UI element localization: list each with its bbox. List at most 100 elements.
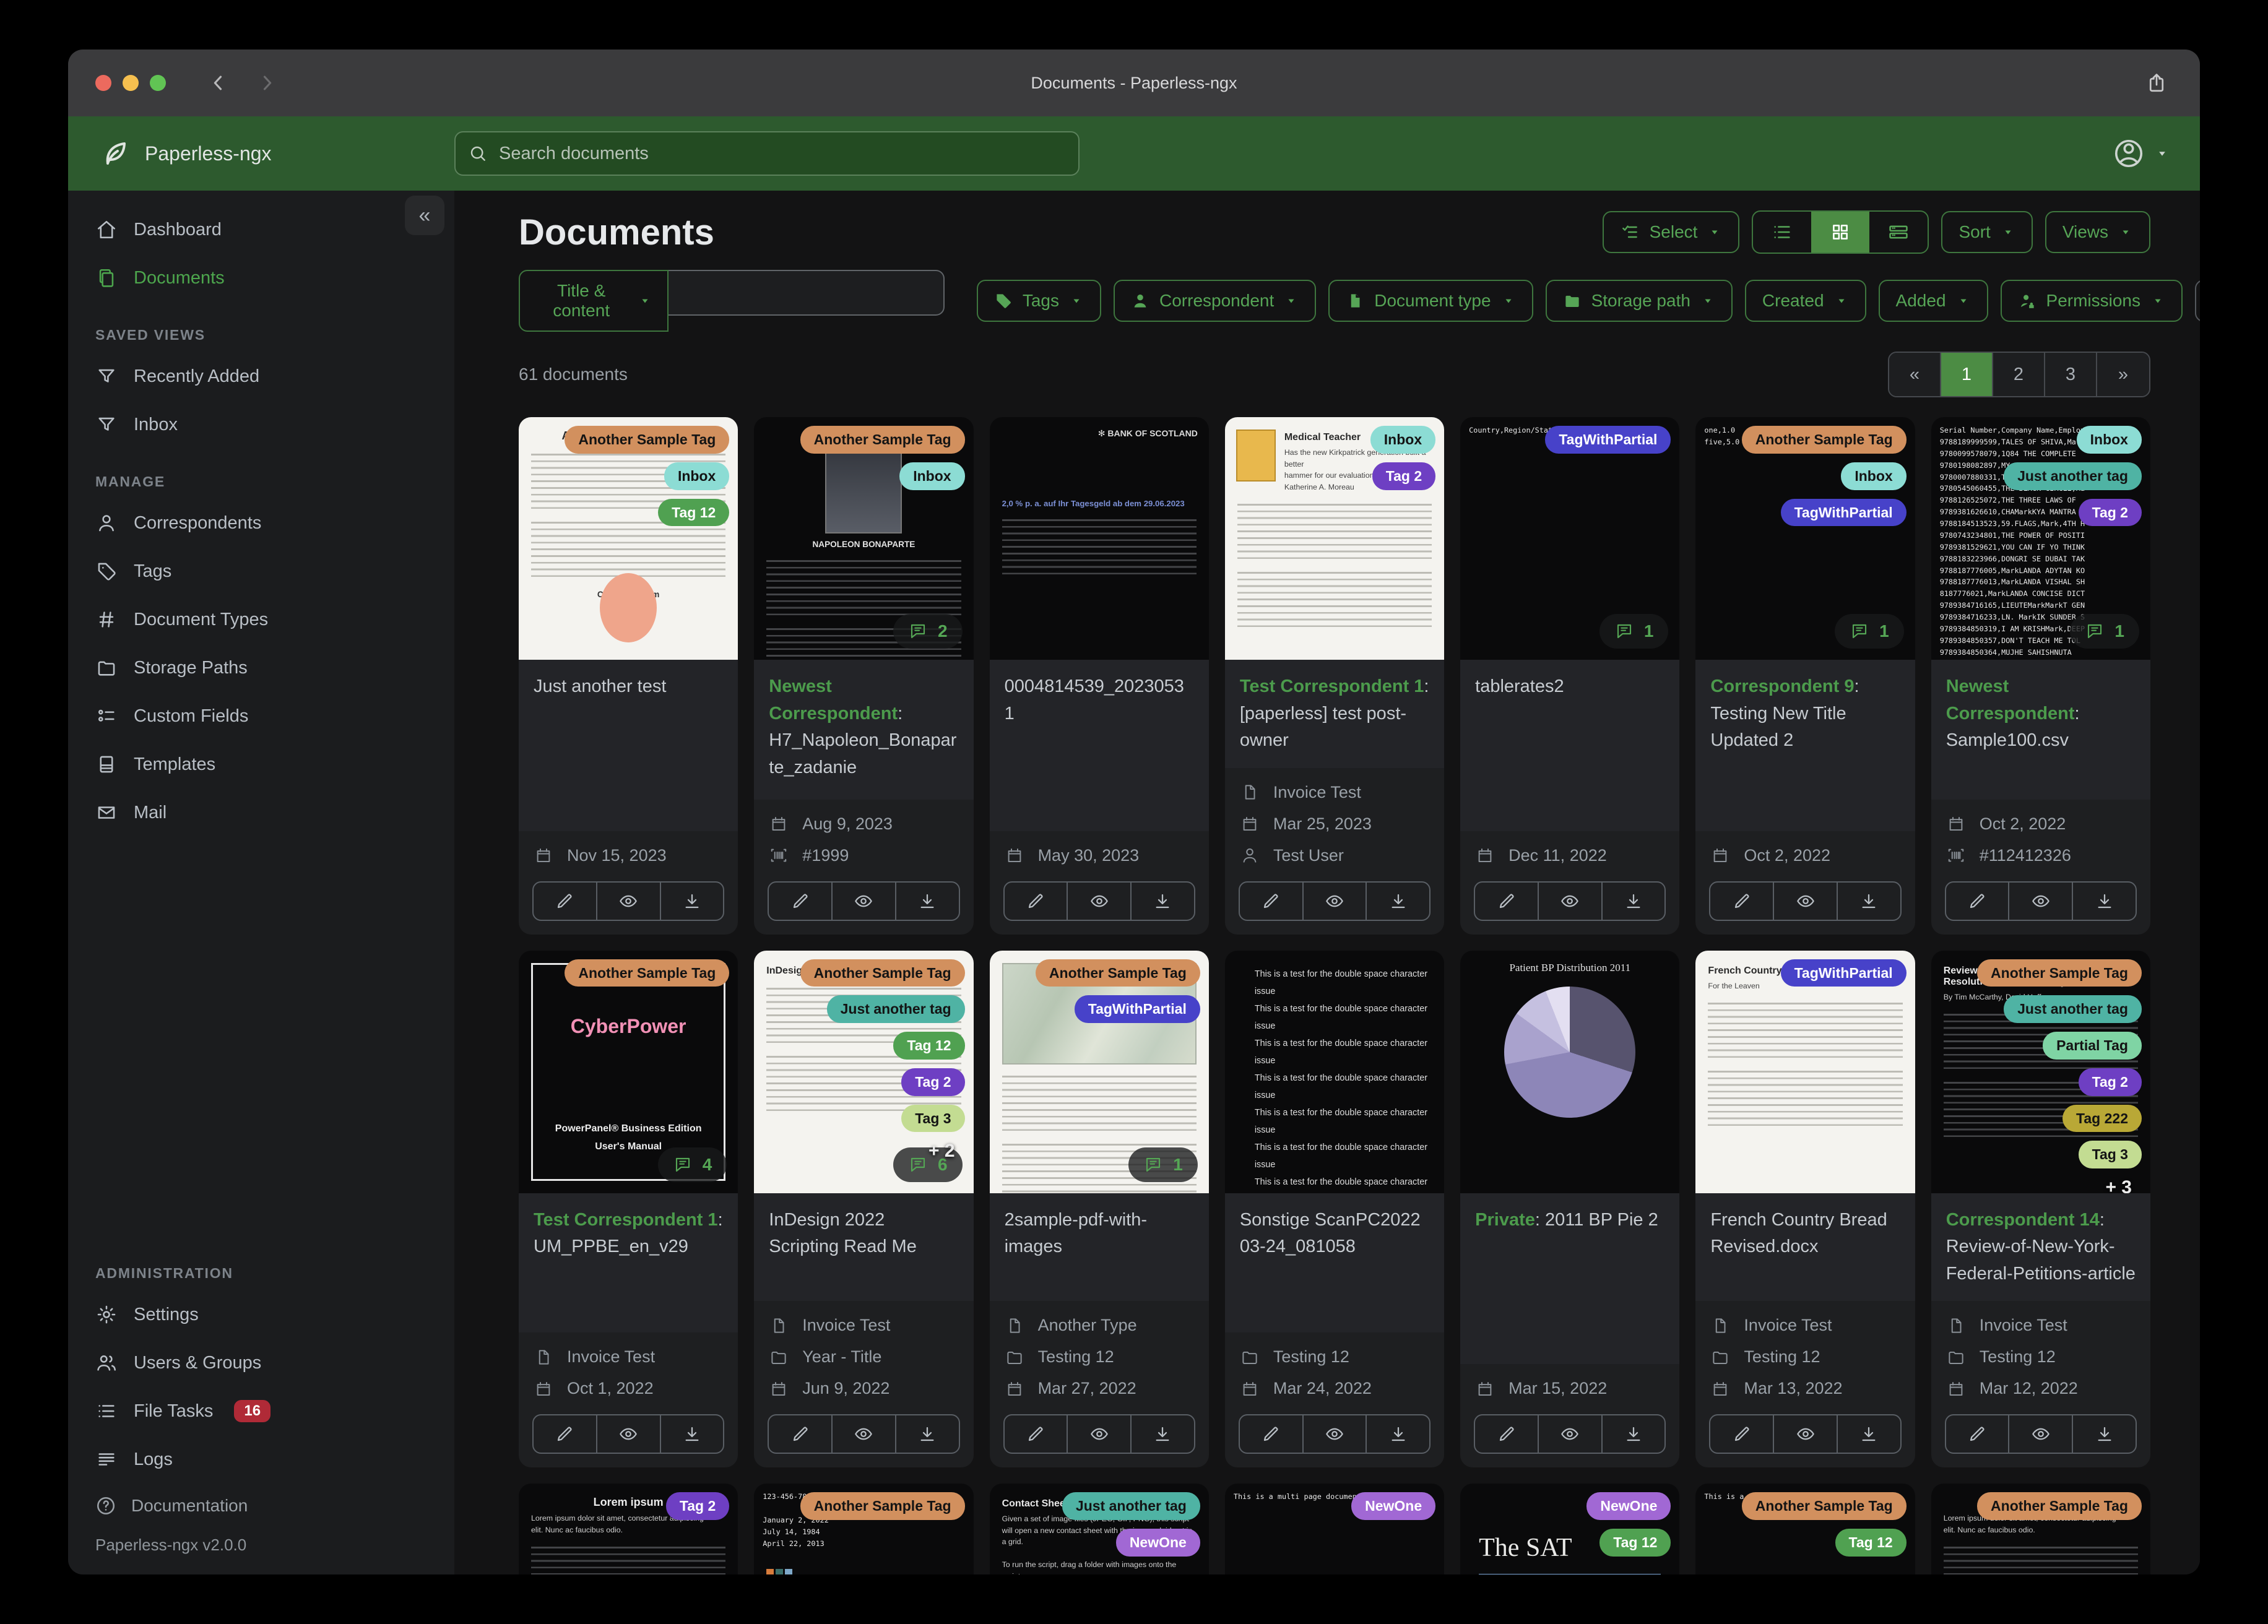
- preview-button[interactable]: [1773, 1415, 1837, 1453]
- sidebar-collapse-icon[interactable]: «: [405, 196, 444, 235]
- tag-pill[interactable]: Another Sample Tag: [1977, 1492, 2142, 1520]
- tag-pill[interactable]: Just another tag: [2004, 995, 2142, 1023]
- document-title[interactable]: Sonstige ScanPC2022 03-24_081058: [1224, 1193, 1445, 1332]
- preview-button[interactable]: [1067, 882, 1130, 920]
- tag-pill[interactable]: Another Sample Tag: [800, 959, 965, 987]
- download-button[interactable]: [1601, 882, 1665, 920]
- download-button[interactable]: [1601, 1415, 1665, 1453]
- tag-pill[interactable]: Tag 12: [893, 1032, 965, 1060]
- sidebar-item-mail[interactable]: Mail: [68, 788, 454, 837]
- user-menu-caret-icon[interactable]: [2154, 145, 2170, 162]
- download-button[interactable]: [2072, 1415, 2136, 1453]
- preview-button[interactable]: [2008, 1415, 2072, 1453]
- edit-button[interactable]: [1710, 1415, 1773, 1453]
- added-filter-button[interactable]: Added: [1878, 280, 1988, 322]
- preview-button[interactable]: [595, 882, 660, 920]
- comment-badge[interactable]: 1: [1835, 614, 1904, 649]
- edit-button[interactable]: [534, 883, 596, 920]
- tag-pill[interactable]: Tag 12: [658, 498, 730, 527]
- document-title[interactable]: InDesign 2022 Scripting Read Me: [754, 1193, 974, 1301]
- correspondent-filter-button[interactable]: Correspondent: [1114, 280, 1317, 322]
- document-thumbnail[interactable]: Country,Region/State,"T TagWithPartial 1: [1460, 417, 1680, 660]
- sidebar-item-dashboard[interactable]: Dashboard: [68, 205, 454, 254]
- document-thumbnail[interactable]: Adobe Acrobat PDF FilesCupcake ipsumAnot…: [519, 417, 738, 660]
- select-button[interactable]: Select: [1602, 211, 1740, 253]
- document-thumbnail[interactable]: InDesign Scripting DocumentationAnother …: [754, 950, 974, 1193]
- document-thumbnail[interactable]: Lorem ipsumLorem ipsum dolor sit amet, c…: [519, 1484, 738, 1574]
- tag-pill[interactable]: Tag 222: [2062, 1104, 2142, 1133]
- document-thumbnail[interactable]: one,1.0 five,5.0 Another Sample Tag Inbox Ta…: [1695, 417, 1915, 660]
- sidebar-item-tags[interactable]: Tags: [68, 547, 454, 595]
- tag-pill[interactable]: Inbox: [1841, 462, 1907, 490]
- document-thumbnail[interactable]: Contact Sheet DemoGiven a set of image f…: [989, 1484, 1209, 1574]
- views-button[interactable]: Views: [2045, 211, 2150, 253]
- download-button[interactable]: [2072, 882, 2136, 920]
- tag-pill[interactable]: Inbox: [899, 462, 965, 490]
- tag-pill[interactable]: NewOne: [1586, 1492, 1671, 1520]
- document-title[interactable]: Just another test: [519, 660, 738, 831]
- storage-path-filter-button[interactable]: Storage path: [1545, 280, 1733, 322]
- edit-button[interactable]: [1946, 1415, 2009, 1453]
- document-title[interactable]: Test Correspondent 1: UM_PPBE_en_v29: [519, 1193, 738, 1332]
- preview-button[interactable]: [1302, 882, 1366, 920]
- document-thumbnail[interactable]: This is a test for the double space char…: [1224, 950, 1445, 1193]
- created-filter-button[interactable]: Created: [1744, 280, 1866, 322]
- document-thumbnail[interactable]: NAPOLEON BONAPARTE Another Sample Tag Inbo…: [754, 417, 974, 660]
- document-thumbnail[interactable]: Another Sample Tag TagWithPartial 1: [989, 950, 1209, 1193]
- reset-filters-button[interactable]: ×Reset filters: [2195, 280, 2200, 322]
- tag-pill[interactable]: Tag 12: [1835, 1528, 1907, 1557]
- tag-pill[interactable]: Inbox: [2076, 426, 2142, 454]
- sidebar-item-inbox[interactable]: Inbox: [68, 400, 454, 449]
- tag-pill[interactable]: Another Sample Tag: [1741, 426, 1907, 454]
- tag-pill[interactable]: Another Sample Tag: [1035, 959, 1200, 987]
- download-button[interactable]: [659, 1415, 724, 1453]
- preview-button[interactable]: [1302, 1415, 1366, 1453]
- preview-button[interactable]: [1773, 882, 1837, 920]
- document-thumbnail[interactable]: ✻ BANK OF SCOTLAND 2,0 % p. a. auf Ihr Ta…: [989, 417, 1209, 660]
- document-title[interactable]: Correspondent 14: Review-of-New-York-Fed…: [1931, 1193, 2150, 1301]
- preview-button[interactable]: [1067, 1415, 1130, 1453]
- download-button[interactable]: [1130, 882, 1194, 920]
- edit-button[interactable]: [769, 1415, 831, 1453]
- preview-button[interactable]: [1537, 882, 1601, 920]
- document-title[interactable]: Newest Correspondent: H7_Napoleon_Bonapa…: [754, 660, 974, 800]
- edit-button[interactable]: [769, 883, 831, 920]
- back-icon[interactable]: [208, 72, 229, 93]
- tag-pill[interactable]: Tag 2: [901, 1068, 965, 1096]
- share-icon[interactable]: [2145, 72, 2200, 94]
- document-title[interactable]: tablerates2: [1460, 660, 1680, 831]
- brand[interactable]: Paperless-ngx: [68, 139, 454, 168]
- document-correspondent[interactable]: Correspondent 9: [1710, 676, 1854, 696]
- sidebar-item-documents[interactable]: Documents: [68, 254, 454, 302]
- sort-button[interactable]: Sort: [1941, 211, 2033, 253]
- preview-button[interactable]: [1537, 1415, 1601, 1453]
- document-title[interactable]: Newest Correspondent: Sample100.csv: [1931, 660, 2150, 800]
- view-wide-icon[interactable]: [1869, 212, 1928, 253]
- title-content-filter-button[interactable]: Title & content: [519, 270, 669, 332]
- close-window-button[interactable]: [95, 75, 111, 91]
- tag-pill[interactable]: NewOne: [1351, 1492, 1436, 1520]
- page-3[interactable]: 3: [2045, 353, 2097, 396]
- tag-pill[interactable]: Inbox: [664, 462, 730, 490]
- preview-button[interactable]: [831, 882, 895, 920]
- tag-pill[interactable]: Tag 2: [665, 1492, 730, 1520]
- tag-pill[interactable]: TagWithPartial: [1545, 426, 1671, 454]
- user-avatar-icon[interactable]: [2112, 137, 2145, 170]
- document-type-filter-button[interactable]: Document type: [1328, 280, 1533, 322]
- sidebar-item-settings[interactable]: Settings: [68, 1290, 454, 1339]
- tag-pill[interactable]: Tag 12: [1599, 1528, 1671, 1557]
- edit-button[interactable]: [1475, 1415, 1538, 1453]
- page-next[interactable]: »: [2097, 353, 2149, 396]
- page-1[interactable]: 1: [1941, 353, 1993, 396]
- document-title[interactable]: 2sample-pdf-with-images: [989, 1193, 1209, 1301]
- view-grid-icon[interactable]: [1811, 212, 1870, 253]
- document-thumbnail[interactable]: CyberPower PowerPanel® Business Edition Us…: [519, 950, 738, 1193]
- title-content-filter-input[interactable]: [669, 270, 945, 316]
- download-button[interactable]: [894, 1415, 959, 1453]
- tags-filter-button[interactable]: Tags: [976, 280, 1102, 322]
- tag-pill[interactable]: Tag 3: [901, 1104, 965, 1133]
- edit-button[interactable]: [534, 1415, 596, 1453]
- tag-pill[interactable]: Tag 3: [2078, 1141, 2142, 1168]
- comment-badge[interactable]: 4: [657, 1147, 727, 1182]
- edit-button[interactable]: [1710, 883, 1773, 920]
